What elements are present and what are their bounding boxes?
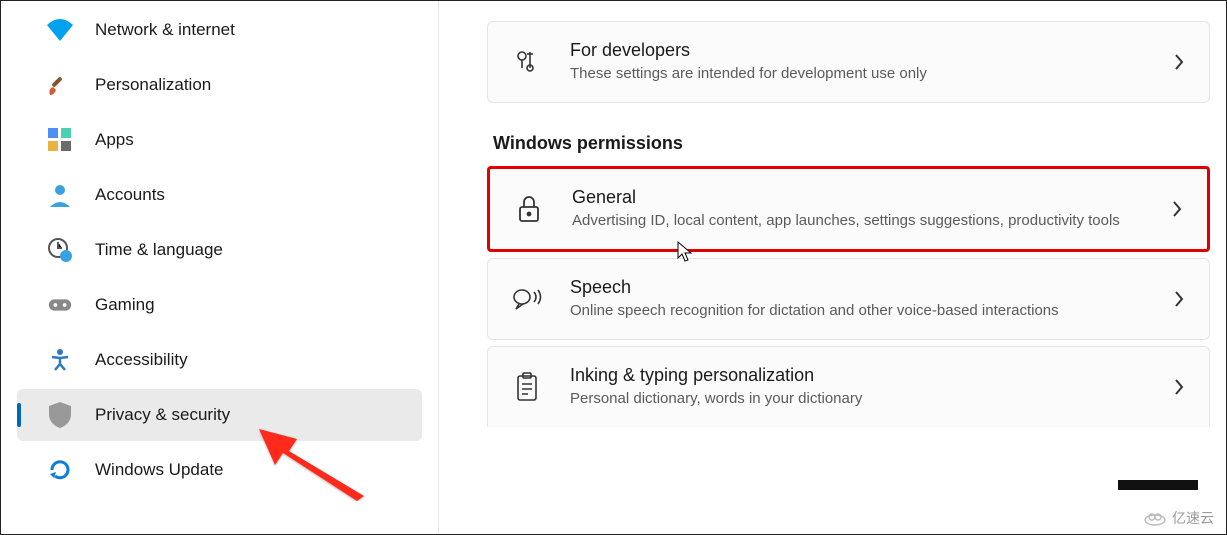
sidebar-item-label: Apps [95, 130, 134, 150]
card-desc: Personal dictionary, words in your dicti… [570, 388, 1145, 409]
card-body: Speech Online speech recognition for dic… [570, 277, 1145, 321]
paintbrush-icon [47, 72, 73, 98]
card-title: For developers [570, 40, 1145, 61]
card-desc: These settings are intended for developm… [570, 63, 1145, 84]
sidebar-item-label: Time & language [95, 240, 223, 260]
wifi-icon [47, 17, 73, 43]
sidebar-item-label: Accessibility [95, 350, 188, 370]
watermark-text: 亿速云 [1172, 508, 1214, 528]
sidebar-item-time-language[interactable]: Time & language [17, 224, 422, 276]
sidebar-item-label: Gaming [95, 295, 155, 315]
sidebar-item-label: Personalization [95, 75, 211, 95]
sidebar-item-accounts[interactable]: Accounts [17, 169, 422, 221]
chevron-right-icon [1171, 200, 1183, 218]
card-desc: Online speech recognition for dictation … [570, 300, 1145, 321]
card-body: General Advertising ID, local content, a… [572, 187, 1143, 231]
apps-icon [47, 127, 73, 153]
clock-globe-icon [47, 237, 73, 263]
sidebar-item-network-internet[interactable]: Network & internet [17, 4, 422, 56]
sidebar-item-personalization[interactable]: Personalization [17, 59, 422, 111]
person-icon [47, 182, 73, 208]
sidebar-item-label: Accounts [95, 185, 165, 205]
shield-icon [47, 402, 73, 428]
developer-icon [512, 47, 542, 77]
sidebar-item-label: Windows Update [95, 460, 224, 480]
watermark-bar [1118, 480, 1198, 490]
clipboard-icon [512, 372, 542, 402]
card-for-developers[interactable]: For developers These settings are intend… [487, 21, 1210, 103]
card-title: General [572, 187, 1143, 208]
main-content: For developers These settings are intend… [439, 1, 1226, 534]
settings-sidebar: Network & internet Personalization Apps … [1, 1, 439, 534]
card-body: For developers These settings are intend… [570, 40, 1145, 84]
lock-icon [514, 194, 544, 224]
sidebar-item-gaming[interactable]: Gaming [17, 279, 422, 331]
sidebar-item-label: Privacy & security [95, 405, 230, 425]
card-general[interactable]: General Advertising ID, local content, a… [487, 166, 1210, 252]
accessibility-icon [47, 347, 73, 373]
sidebar-item-privacy-security[interactable]: Privacy & security [17, 389, 422, 441]
card-title: Speech [570, 277, 1145, 298]
chevron-right-icon [1173, 290, 1185, 308]
card-desc: Advertising ID, local content, app launc… [572, 210, 1143, 231]
sidebar-item-accessibility[interactable]: Accessibility [17, 334, 422, 386]
sidebar-item-label: Network & internet [95, 20, 235, 40]
card-title: Inking & typing personalization [570, 365, 1145, 386]
watermark: 亿速云 [1144, 508, 1214, 528]
card-inking-typing[interactable]: Inking & typing personalization Personal… [487, 346, 1210, 427]
chevron-right-icon [1173, 378, 1185, 396]
sidebar-item-windows-update[interactable]: Windows Update [17, 444, 422, 496]
update-icon [47, 457, 73, 483]
section-title-windows-permissions: Windows permissions [493, 133, 1210, 154]
speech-icon [512, 284, 542, 314]
card-speech[interactable]: Speech Online speech recognition for dic… [487, 258, 1210, 340]
sidebar-item-apps[interactable]: Apps [17, 114, 422, 166]
chevron-right-icon [1173, 53, 1185, 71]
card-body: Inking & typing personalization Personal… [570, 365, 1145, 409]
gamepad-icon [47, 292, 73, 318]
